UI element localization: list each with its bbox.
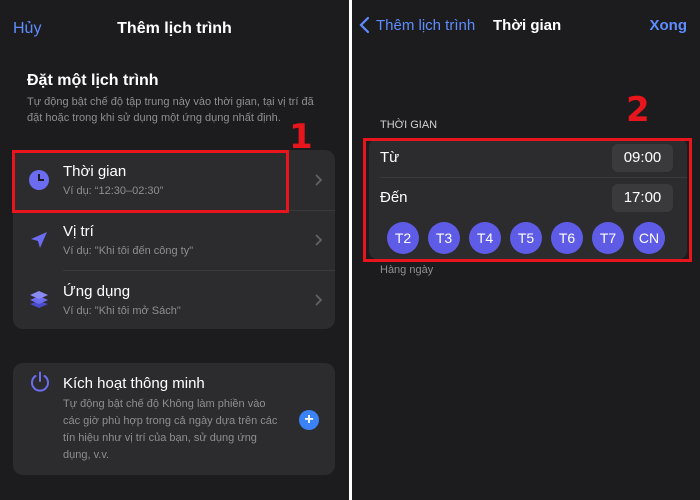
location-arrow-icon	[31, 232, 47, 248]
add-button[interactable]: +	[299, 410, 319, 430]
highlight-box-2	[363, 138, 692, 262]
smart-activation-title: Kích hoạt thông minh	[63, 375, 205, 392]
done-button[interactable]: Xong	[650, 17, 688, 34]
annotation-number-1: 1	[289, 117, 313, 157]
repeat-note: Hàng ngày	[380, 264, 434, 276]
app-stack-icon	[30, 291, 48, 308]
chevron-right-icon	[315, 234, 323, 246]
smart-activation-description: Tự động bật chế độ Không làm phiền vào c…	[63, 398, 278, 461]
time-schedule-screen: Thêm lịch trình Thời gian Xong 2 THỜI GI…	[352, 0, 700, 500]
chevron-right-icon	[315, 174, 323, 186]
back-label: Thêm lịch trình	[376, 16, 476, 34]
option-title: Ứng dụng	[63, 283, 131, 300]
option-subtitle: Ví dụ: "Khi tôi mở Sách"	[63, 305, 181, 317]
section-title: Đặt một lịch trình	[27, 72, 159, 89]
power-icon	[31, 371, 49, 392]
option-subtitle: Ví dụ: "Khi tôi đến công ty"	[63, 245, 194, 257]
option-location[interactable]: Vị trí Ví dụ: "Khi tôi đến công ty"	[13, 210, 335, 270]
chevron-right-icon	[315, 294, 323, 306]
page-title: Thêm lịch trình	[117, 20, 232, 37]
option-app[interactable]: Ứng dụng Ví dụ: "Khi tôi mở Sách"	[13, 270, 335, 330]
chevron-left-icon	[359, 16, 370, 34]
highlight-box-1	[12, 150, 289, 213]
page-title: Thời gian	[493, 17, 562, 34]
time-section-header: THỜI GIAN	[380, 119, 438, 131]
back-button[interactable]: Thêm lịch trình	[358, 16, 475, 34]
annotation-number-2: 2	[626, 90, 650, 130]
section-description: Tự động bật chế độ tập trung này vào thờ…	[27, 96, 314, 124]
smart-activation-card: Kích hoạt thông minh Tự động bật chế độ …	[13, 363, 335, 475]
add-schedule-screen: Hủy Thêm lịch trình Đặt một lịch trình T…	[0, 0, 349, 500]
option-title: Vị trí	[63, 223, 94, 240]
